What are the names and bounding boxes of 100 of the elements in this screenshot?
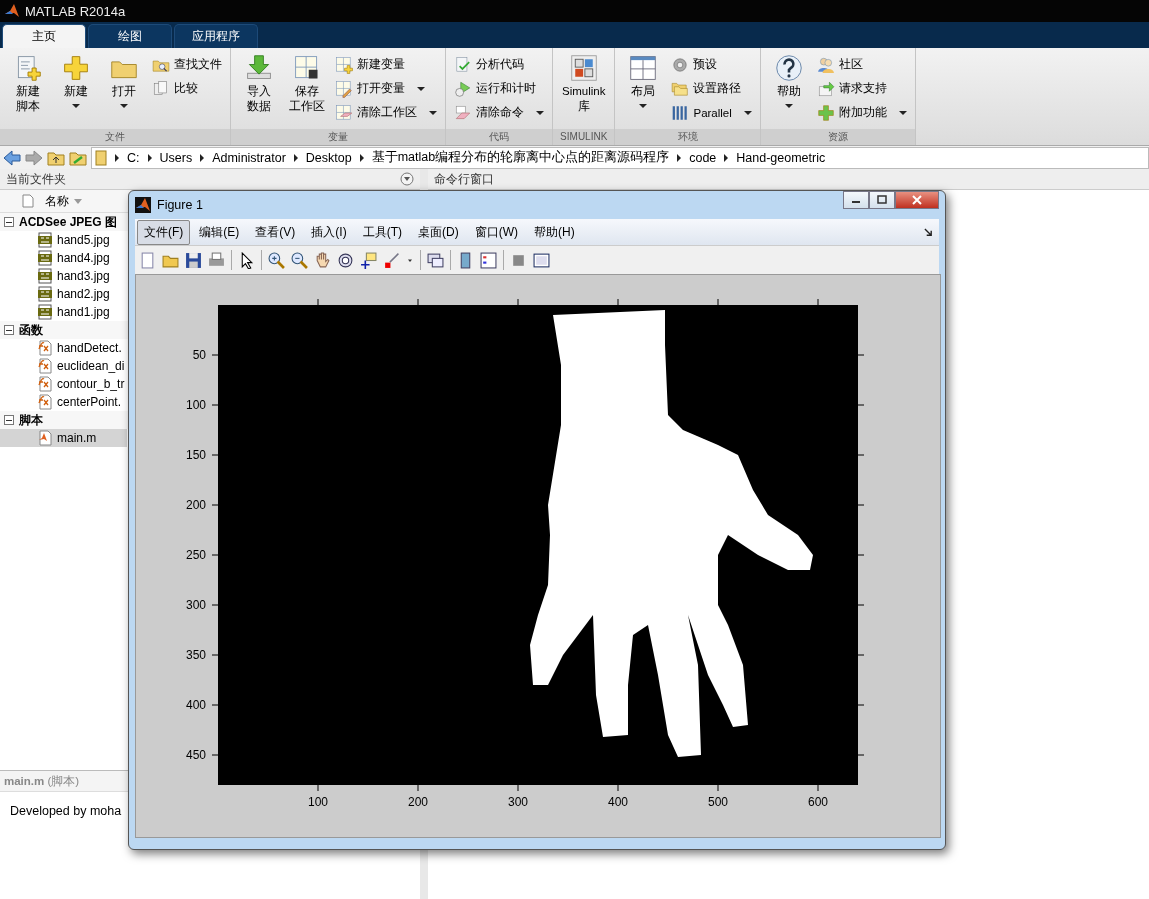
ribbon-button[interactable]: 保存 工作区 xyxy=(285,52,329,129)
panel-menu-icon[interactable] xyxy=(400,172,414,186)
function-file-icon xyxy=(37,358,53,374)
ribbon-tab[interactable]: 主页 xyxy=(2,24,86,48)
expand-toggle-icon[interactable] xyxy=(4,325,14,335)
file-row[interactable]: hand2.jpg xyxy=(0,285,127,303)
ribbon-button[interactable]: 分析代码 xyxy=(452,54,546,75)
caret-icon xyxy=(429,110,437,115)
ribbon-button[interactable]: 帮助 xyxy=(766,52,811,129)
breadcrumb[interactable]: Users xyxy=(159,150,193,165)
breadcrumb[interactable]: C: xyxy=(127,150,140,165)
maximize-button[interactable] xyxy=(869,191,895,209)
folder-icon xyxy=(95,149,107,166)
breadcrumb[interactable]: 基于matlab编程分布的轮廓离中心点的距离源码程序 xyxy=(371,149,670,166)
x-tick-label: 100 xyxy=(308,795,328,809)
ribbon-button[interactable]: 请求支持 xyxy=(814,78,909,99)
ribbon-button[interactable]: 导入 数据 xyxy=(237,52,281,129)
download-arrow-icon xyxy=(245,54,273,82)
file-row[interactable]: euclidean_di xyxy=(0,357,127,375)
ribbon-button[interactable]: 附加功能 xyxy=(814,102,909,123)
breadcrumb-separator-icon xyxy=(115,153,119,162)
file-row[interactable]: hand4.jpg xyxy=(0,249,127,267)
ribbon-tab[interactable]: 绘图 xyxy=(88,24,172,48)
ribbon-button[interactable]: 预设 xyxy=(669,54,754,75)
jpg-file-icon xyxy=(37,250,53,266)
file-row[interactable]: hand1.jpg xyxy=(0,303,127,321)
ribbon-button[interactable]: 查找文件 xyxy=(150,54,224,75)
ribbon-button[interactable]: 设置路径 xyxy=(669,78,754,99)
ribbon-tab[interactable]: 应用程序 xyxy=(174,24,258,48)
x-tick-label: 500 xyxy=(708,795,728,809)
save-icon[interactable] xyxy=(185,251,202,269)
linked-windows-icon[interactable] xyxy=(427,251,444,269)
ribbon-button[interactable]: 打开变量 xyxy=(333,78,439,99)
breadcrumb-separator-icon xyxy=(724,153,729,162)
dock-arrow-icon[interactable] xyxy=(924,227,933,237)
expand-toggle-icon[interactable] xyxy=(4,415,14,425)
column-header[interactable]: 名称 xyxy=(45,192,69,210)
ribbon-button[interactable]: 社区 xyxy=(814,54,909,75)
path-field[interactable]: C: Users Administrator Desktop 基于matlab编程分布的轮廓离中心点的距离源码程序 code Hand-geometric xyxy=(91,146,1149,169)
ribbon-button[interactable]: 运行和计时 xyxy=(452,78,546,99)
forward-arrow-icon[interactable] xyxy=(25,149,43,166)
y-tick-label: 100 xyxy=(185,398,206,412)
ribbon-button[interactable]: Simulink 库 xyxy=(559,52,609,129)
y-tick-label: 150 xyxy=(185,448,206,462)
breadcrumb[interactable]: Administrator xyxy=(212,150,286,165)
menu-item[interactable]: 插入(I) xyxy=(304,219,354,245)
y-tick-label: 400 xyxy=(185,698,206,712)
back-arrow-icon[interactable] xyxy=(3,149,21,166)
ribbon-button[interactable]: 打开 xyxy=(102,52,146,129)
file-row[interactable]: contour_b_tr xyxy=(0,375,127,393)
menu-item[interactable]: 窗口(W) xyxy=(467,219,525,245)
play-clock-icon xyxy=(454,79,472,98)
menu-item[interactable]: 查看(V) xyxy=(248,219,303,245)
legend-icon[interactable] xyxy=(480,251,497,269)
plus-icon xyxy=(816,103,835,122)
jpg-file-icon xyxy=(37,286,53,302)
rotate-icon[interactable] xyxy=(337,251,354,269)
ribbon-button[interactable]: 比较 xyxy=(150,78,224,99)
file-row[interactable]: handDetect. xyxy=(0,339,127,357)
frame-icon[interactable] xyxy=(533,251,550,269)
ribbon-button[interactable]: Parallel xyxy=(669,102,754,123)
zoom-out-icon[interactable] xyxy=(291,251,308,269)
expand-toggle-icon[interactable] xyxy=(4,217,14,227)
panel-title: 当前文件夹 xyxy=(6,170,66,188)
breadcrumb[interactable]: code xyxy=(689,150,717,165)
data-cursor-icon[interactable] xyxy=(360,251,377,269)
brush-icon[interactable] xyxy=(383,251,400,269)
folder-up-icon[interactable] xyxy=(47,149,65,166)
grid-save-icon xyxy=(293,54,321,82)
browse-folder-icon[interactable] xyxy=(69,149,87,166)
menu-item[interactable]: 桌面(D) xyxy=(411,219,466,245)
ribbon-button[interactable]: 清除工作区 xyxy=(333,102,439,123)
eraser-icon xyxy=(454,103,472,122)
minimize-button[interactable] xyxy=(843,191,869,209)
print-icon[interactable] xyxy=(208,251,225,269)
file-row[interactable]: main.m xyxy=(0,429,127,447)
breadcrumb-separator-icon xyxy=(147,153,152,162)
file-row[interactable]: hand5.jpg xyxy=(0,231,127,249)
y-tick-label: 450 xyxy=(185,748,206,762)
menu-item[interactable]: 编辑(E) xyxy=(192,219,247,245)
file-row[interactable]: centerPoint. xyxy=(0,393,127,411)
hand-icon[interactable] xyxy=(314,251,331,269)
blocks-icon xyxy=(569,54,598,82)
breadcrumb-separator-icon xyxy=(359,153,364,162)
group-name: 脚本 xyxy=(19,411,43,429)
ribbon-button[interactable]: 新建变量 xyxy=(333,54,439,75)
x-tick-label: 200 xyxy=(408,795,428,809)
ribbon-button[interactable]: 新建 脚本 xyxy=(6,52,50,129)
menu-item[interactable]: 文件(F) xyxy=(137,219,191,245)
breadcrumb[interactable]: Desktop xyxy=(305,150,352,165)
ribbon-button[interactable]: 新建 xyxy=(54,52,98,129)
menu-item[interactable]: 工具(T) xyxy=(355,219,409,245)
caret-icon xyxy=(898,110,907,115)
menu-item[interactable]: 帮助(H) xyxy=(527,219,582,245)
close-button[interactable] xyxy=(895,191,939,209)
ribbon-button[interactable]: 清除命令 xyxy=(452,102,546,123)
ribbon-button[interactable]: 布局 xyxy=(621,52,666,129)
zoom-in-icon[interactable] xyxy=(268,251,285,269)
file-row[interactable]: hand3.jpg xyxy=(0,267,127,285)
breadcrumb[interactable]: Hand-geometric xyxy=(736,150,826,165)
